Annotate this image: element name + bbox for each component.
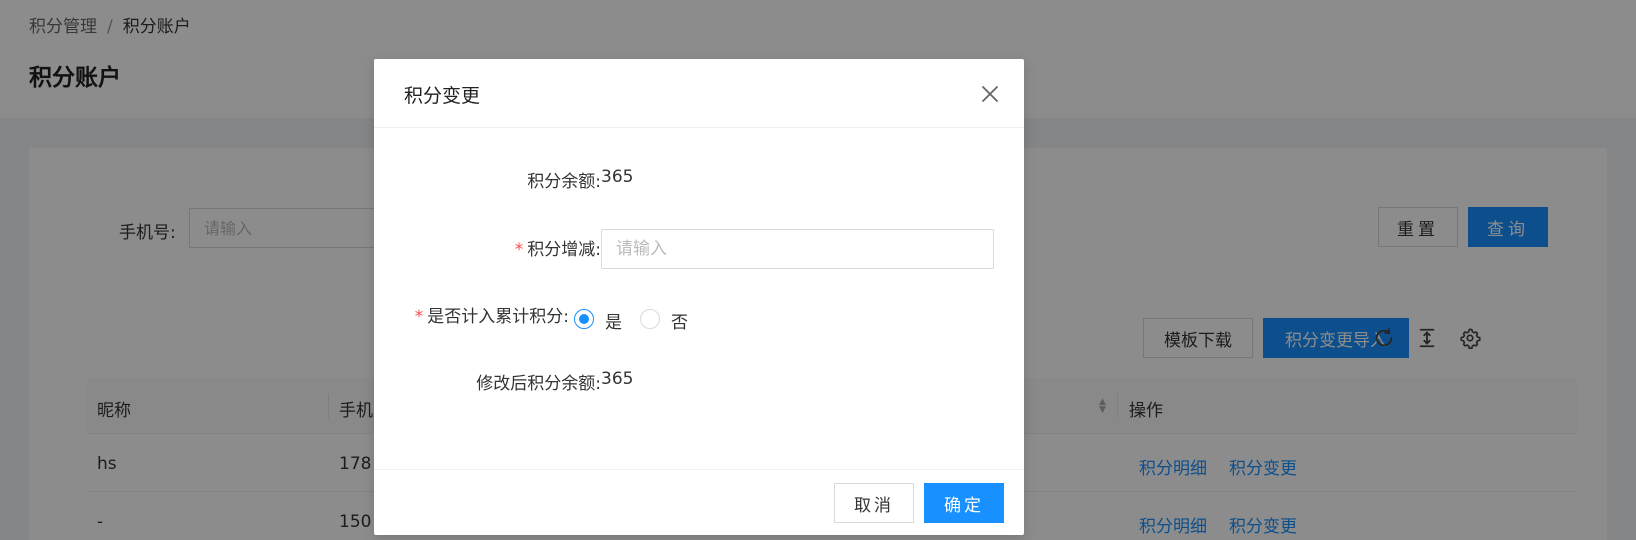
balance-value: 365 — [601, 167, 634, 187]
balance-label: 积分余额: — [527, 172, 601, 192]
accumulate-label-text: 是否计入累计积分: — [427, 307, 569, 327]
change-label: * 积分增减: — [374, 235, 601, 260]
after-balance-value: 365 — [601, 369, 634, 389]
after-balance-label: 修改后积分余额: — [476, 374, 601, 394]
points-change-input[interactable] — [601, 229, 994, 269]
cancel-button[interactable]: 取消 — [834, 483, 914, 523]
modal-title: 积分变更 — [404, 85, 481, 107]
radio-no[interactable] — [640, 309, 660, 329]
radio-yes-label[interactable]: 是 — [605, 308, 622, 333]
required-mark: * — [514, 240, 524, 260]
change-label-text: 积分增减: — [527, 240, 601, 260]
points-change-modal: 积分变更 积分余额: 365 *积分增减: *是否计入累计积分: 是 否 修改后… — [374, 59, 1024, 535]
close-icon[interactable] — [979, 83, 1001, 105]
ok-button[interactable]: 确定 — [924, 483, 1004, 523]
radio-no-label[interactable]: 否 — [671, 308, 688, 333]
modal-header: 积分变更 — [374, 59, 1024, 128]
required-mark: * — [414, 307, 424, 327]
accumulate-label: * 是否计入累计积分: — [374, 302, 569, 327]
radio-yes[interactable] — [574, 309, 594, 329]
modal-footer: 取消 确定 — [374, 469, 1024, 535]
